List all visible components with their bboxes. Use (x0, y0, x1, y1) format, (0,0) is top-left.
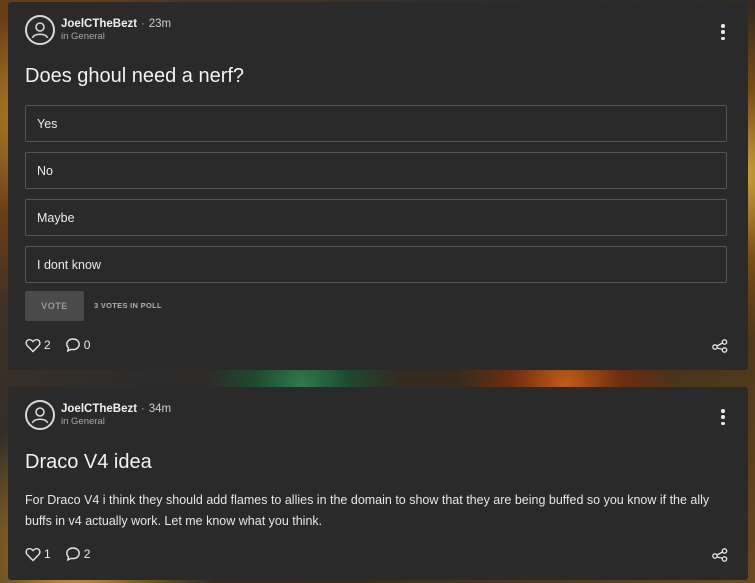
like-count: 1 (44, 547, 51, 561)
comment-button[interactable]: 0 (65, 337, 91, 353)
vote-button[interactable]: VOTE (25, 291, 84, 321)
post-category[interactable]: in General (61, 417, 171, 427)
like-button[interactable]: 2 (25, 338, 51, 353)
like-count: 2 (44, 338, 51, 352)
poll-option[interactable]: No (25, 152, 727, 189)
comment-count: 0 (83, 338, 91, 352)
post-actions: 2 0 (25, 337, 104, 353)
post-header: JoelCTheBezt · 34m in General (25, 400, 171, 430)
more-options-icon[interactable] (720, 24, 726, 40)
share-icon[interactable] (712, 339, 728, 358)
like-button[interactable]: 1 (25, 547, 51, 562)
post-header: JoelCTheBezt · 23m in General (25, 15, 171, 45)
share-icon[interactable] (712, 548, 728, 567)
comment-count: 2 (83, 547, 91, 561)
more-options-icon[interactable] (720, 409, 726, 425)
post-title[interactable]: Draco V4 idea (25, 451, 152, 474)
comment-button[interactable]: 2 (65, 546, 91, 562)
post-actions: 1 2 (25, 546, 104, 562)
poll-vote-count: 3 VOTES IN POLL (94, 301, 162, 310)
post-category[interactable]: in General (61, 32, 171, 42)
post-body[interactable]: For Draco V4 i think they should add fla… (25, 490, 715, 532)
comment-icon (65, 338, 80, 353)
heart-icon (25, 547, 41, 561)
avatar-icon[interactable] (25, 15, 55, 45)
post-time: 34m (148, 402, 172, 415)
post-card: JoelCTheBezt · 34m in General Draco V4 i… (8, 387, 748, 580)
avatar-icon[interactable] (25, 400, 55, 430)
poll-option[interactable]: I dont know (25, 246, 727, 283)
post-time: 23m (148, 17, 172, 30)
post-card: JoelCTheBezt · 23m in General Does ghoul… (8, 2, 748, 370)
poll-option[interactable]: Yes (25, 105, 727, 142)
author-name[interactable]: JoelCTheBezt (61, 403, 137, 416)
post-title[interactable]: Does ghoul need a nerf? (25, 65, 244, 88)
comment-icon (65, 547, 80, 562)
heart-icon (25, 338, 41, 352)
poll-option[interactable]: Maybe (25, 199, 727, 236)
author-name[interactable]: JoelCTheBezt (61, 18, 137, 31)
